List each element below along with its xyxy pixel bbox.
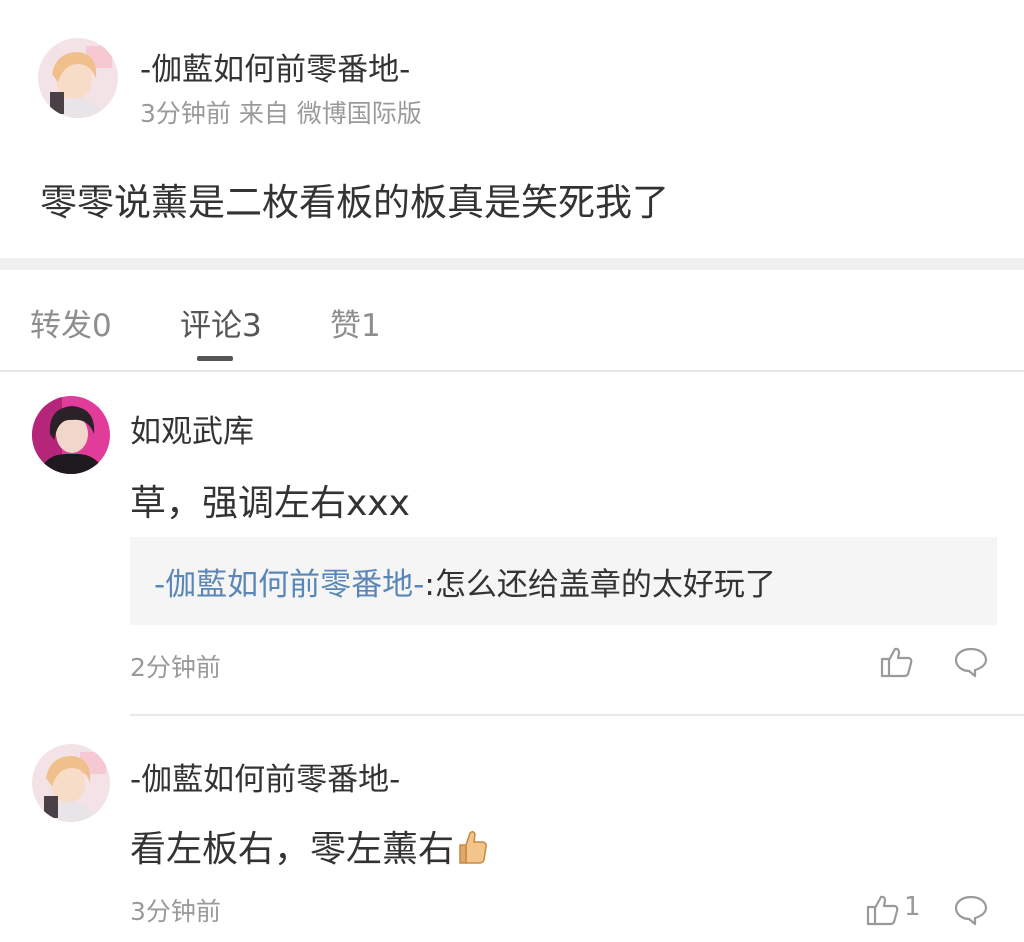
post-author-name[interactable]: -伽藍如何前零番地- — [140, 44, 410, 89]
post-text: 零零说薰是二枚看板的板真是笑死我了 — [40, 181, 669, 224]
section-divider — [0, 258, 1024, 270]
tab-repost[interactable]: 转发0 — [30, 300, 112, 345]
weibo-post: -伽藍如何前零番地- 3分钟前 来自 微博国际版 零零说薰是二枚看板的板真是笑死… — [0, 0, 1024, 258]
commenter-avatar[interactable] — [32, 396, 110, 474]
commenter-avatar[interactable] — [32, 744, 110, 822]
thumbs-up-emoji-icon — [458, 829, 488, 874]
quoted-reply-user[interactable]: -伽藍如何前零番地- — [154, 567, 424, 603]
comment-item: 如观武库 草，强调左右xxx -伽藍如何前零番地-:怎么还给盖章的太好玩了 2分… — [0, 372, 1024, 714]
comment-time: 2分钟前 — [130, 653, 221, 682]
post-author-avatar[interactable] — [38, 38, 118, 118]
tab-comments[interactable]: 评论3 — [180, 300, 262, 345]
like-icon[interactable] — [880, 646, 914, 682]
commenter-name[interactable]: 如观武库 — [130, 406, 254, 451]
comment-text: 看左板右，零左薰右 — [130, 829, 455, 870]
reply-icon[interactable] — [954, 646, 988, 682]
tab-likes[interactable]: 赞1 — [330, 300, 381, 345]
active-tab-indicator — [197, 356, 233, 361]
comment-item: -伽藍如何前零番地- 看左板右，零左薰右 3分钟前 1 — [0, 716, 1024, 942]
quoted-reply-text: :怎么还给盖章的太好玩了 — [424, 567, 776, 603]
comment-text-wrap: 看左板右，零左薰右 — [130, 820, 488, 874]
interaction-tabs: 转发0 评论3 赞1 — [0, 270, 1024, 370]
like-count: 1 — [904, 892, 921, 922]
post-meta: 3分钟前 来自 微博国际版 — [140, 99, 422, 128]
reply-icon[interactable] — [954, 894, 988, 930]
comment-text: 草，强调左右xxx — [130, 483, 410, 524]
like-icon[interactable] — [866, 894, 900, 930]
commenter-name[interactable]: -伽藍如何前零番地- — [130, 754, 400, 799]
quoted-reply[interactable]: -伽藍如何前零番地-:怎么还给盖章的太好玩了 — [130, 537, 997, 625]
comment-time: 3分钟前 — [130, 897, 221, 926]
